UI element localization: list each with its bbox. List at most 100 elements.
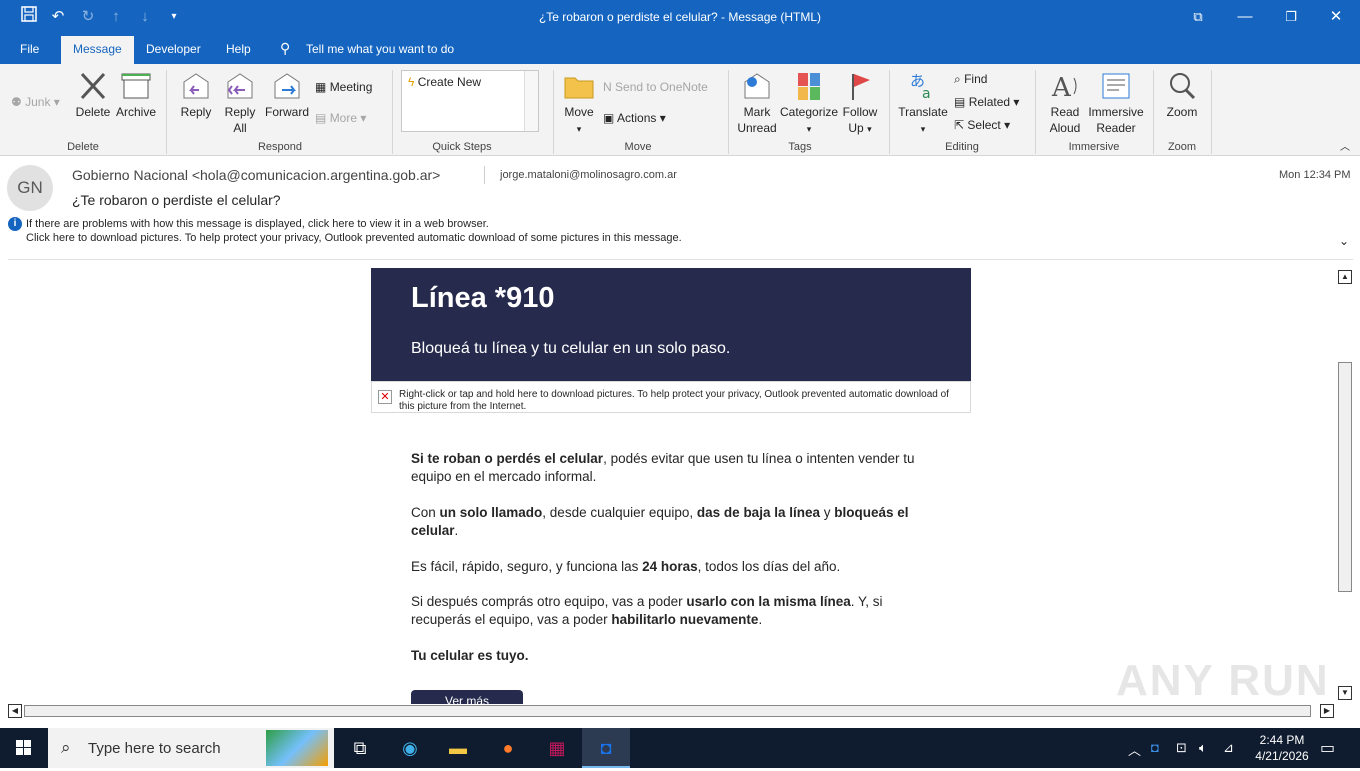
delete-icon	[76, 70, 110, 102]
outlook-icon[interactable]: ◘	[582, 728, 630, 768]
reply-button[interactable]: Reply	[177, 70, 215, 120]
show-hidden-icons[interactable]: ︿	[1128, 740, 1141, 759]
file-explorer-icon[interactable]: ▬	[434, 728, 482, 768]
mark-unread-icon	[740, 70, 774, 102]
tab-help[interactable]: Help	[226, 42, 251, 56]
taskbar: ⌕ Type here to search ⧉ ◉ ▬ ● ▦ ◘ ︿ ◘ ⊡ …	[0, 728, 1360, 768]
info-icon: i	[8, 217, 22, 231]
p4-a: Si después comprás otro equipo, vas a po…	[411, 594, 687, 609]
related-button[interactable]: ▤ Related ▾	[954, 94, 1019, 110]
mark-unread-button[interactable]: Mark Unread	[736, 70, 778, 136]
more-label: More	[329, 111, 358, 125]
send-to-onenote-button[interactable]: N Send to OneNote	[603, 79, 708, 95]
translate-button[interactable]: あa Translate ▾	[898, 70, 948, 137]
tab-developer[interactable]: Developer	[146, 42, 201, 56]
separator	[166, 70, 167, 154]
close-button[interactable]: ✕	[1321, 6, 1351, 28]
translate-icon: あa	[906, 70, 940, 102]
read-aloud-label-2: Aloud	[1049, 121, 1081, 135]
forward-button[interactable]: Forward	[264, 70, 310, 120]
categorize-button[interactable]: Categorize ▾	[780, 70, 838, 137]
follow-up-button[interactable]: Follow Up ▾	[840, 70, 880, 137]
separator	[1211, 70, 1212, 154]
minimize-button[interactable]: —	[1230, 6, 1260, 28]
scroll-up-arrow[interactable]: ▲	[1338, 270, 1352, 284]
recipient[interactable]: jorge.mataloni@molinosagro.com.ar	[500, 169, 677, 181]
zoom-button[interactable]: Zoom	[1162, 70, 1202, 120]
download-pictures-notice[interactable]: Click here to download pictures. To help…	[26, 232, 682, 244]
message-subject: ¿Te robaron o perdiste el celular?	[72, 192, 281, 208]
avatar: GN	[7, 165, 53, 211]
tell-me-search[interactable]: Tell me what you want to do	[306, 42, 454, 56]
more-respond-button[interactable]: ▤ More ▾	[315, 110, 366, 126]
chevron-down-icon[interactable]: ⌄	[1339, 234, 1349, 248]
scroll-down-arrow[interactable]: ▼	[1338, 686, 1352, 700]
mark-unread-label-1: Mark	[743, 105, 771, 119]
read-aloud-button[interactable]: A Read Aloud	[1044, 70, 1086, 136]
more-icon: ▤	[315, 111, 327, 125]
svg-text:A: A	[1051, 73, 1072, 102]
horizontal-scrollbar[interactable]: ◀ ▶	[8, 704, 1336, 720]
meeting-label: Meeting	[329, 80, 373, 94]
quick-steps-gallery[interactable]: ϟ Create New	[401, 70, 539, 132]
delete-button[interactable]: Delete	[74, 70, 112, 120]
hscroll-thumb[interactable]	[24, 705, 1311, 717]
calendar-icon: ▦	[315, 80, 327, 94]
outlook-tray-icon[interactable]: ◘	[1151, 740, 1159, 755]
firefox-icon[interactable]: ●	[484, 728, 532, 768]
paragraph-3: Es fácil, rápido, seguro, y funciona las…	[411, 558, 941, 576]
view-in-browser-notice[interactable]: If there are problems with how this mess…	[26, 218, 489, 230]
reply-all-icon	[223, 70, 257, 102]
paragraph-2: Con un solo llamado, desde cualquier equ…	[411, 504, 941, 540]
p2-b: un solo llamado	[439, 505, 543, 520]
tab-message[interactable]: Message	[61, 36, 134, 64]
onenote-icon: N	[603, 80, 612, 94]
scroll-right-arrow[interactable]: ▶	[1320, 704, 1334, 718]
start-button[interactable]	[0, 728, 48, 768]
reply-all-button[interactable]: Reply All	[221, 70, 259, 136]
taskbar-search[interactable]: ⌕ Type here to search	[48, 728, 334, 768]
find-button[interactable]: ⌕ Find	[954, 71, 987, 87]
p4-d: habilitarlo nuevamente	[611, 612, 759, 627]
tab-file[interactable]: File	[20, 42, 39, 56]
task-view-icon[interactable]: ⧉	[336, 728, 384, 768]
move-button[interactable]: Move ▾	[561, 70, 597, 137]
scroll-thumb[interactable]	[1338, 362, 1352, 592]
immersive-reader-button[interactable]: Immersive Reader	[1086, 70, 1146, 136]
search-placeholder: Type here to search	[88, 740, 221, 757]
clock[interactable]: 2:44 PM 4/21/2026	[1246, 732, 1318, 764]
quick-step-create-new[interactable]: ϟ Create New	[408, 75, 481, 89]
paragraph-1: Si te roban o perdés el celular, podés e…	[411, 450, 941, 486]
lightning-icon: ϟ	[408, 75, 415, 89]
archive-button[interactable]: Archive	[114, 70, 158, 120]
ime-icon[interactable]: ⊿	[1223, 740, 1234, 756]
ver-mas-button[interactable]: Ver más	[411, 690, 523, 704]
junk-button[interactable]: ⚉ Junk ▾	[11, 94, 60, 110]
select-icon: ⇱	[954, 118, 965, 132]
volume-icon[interactable]: 🔈︎	[1199, 740, 1207, 756]
meeting-button[interactable]: ▦ Meeting	[315, 79, 372, 95]
vertical-scrollbar[interactable]: ▲ ▼	[1336, 268, 1354, 702]
edge-icon[interactable]: ◉	[386, 728, 434, 768]
collapse-ribbon-icon[interactable]: ︿	[1340, 140, 1350, 156]
flag-icon	[843, 70, 877, 102]
notification-icon[interactable]: ▭	[1320, 738, 1335, 758]
winrar-icon[interactable]: ▦	[533, 728, 581, 768]
ribbon: ⚉ Junk ▾ Delete Archive Delete Reply Rep…	[0, 64, 1360, 156]
separator	[1153, 70, 1154, 154]
send-onenote-label: Send to OneNote	[615, 80, 708, 94]
network-icon[interactable]: ⊡	[1176, 740, 1187, 756]
separator	[553, 70, 554, 154]
p3-b: 24 horas	[642, 559, 698, 574]
sender[interactable]: Gobierno Nacional <hola@comunicacion.arg…	[72, 167, 440, 183]
ribbon-display-icon[interactable]: ⧉	[1183, 6, 1213, 28]
select-button[interactable]: ⇱ Select ▾	[954, 117, 1010, 133]
quick-steps-scrollbar[interactable]	[524, 71, 538, 131]
lightbulb-icon: ⚲	[280, 40, 291, 56]
p4-b: usarlo con la misma línea	[686, 594, 851, 609]
delete-label: Delete	[75, 105, 111, 119]
actions-button[interactable]: ▣ Actions ▾	[603, 110, 666, 126]
scroll-left-arrow[interactable]: ◀	[8, 704, 22, 718]
blocked-image-placeholder[interactable]: ✕ Right-click or tap and hold here to do…	[371, 381, 971, 413]
maximize-button[interactable]: ❐	[1276, 6, 1306, 28]
